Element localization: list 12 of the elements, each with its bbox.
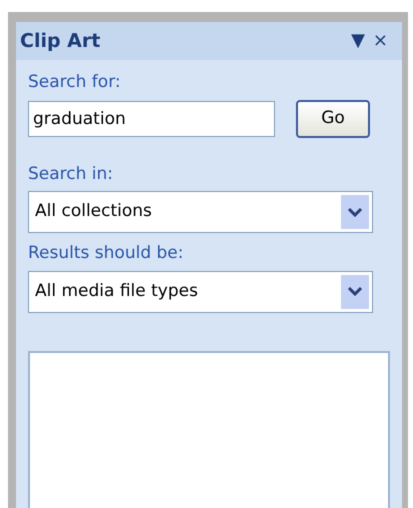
collections-dropdown[interactable]: All collections [28,191,373,233]
media-type-dropdown[interactable]: All media file types [28,270,373,312]
chevron-down-icon [348,208,362,216]
go-button[interactable]: Go [296,100,370,138]
pane-title: Clip Art [20,28,102,54]
field-label: Results should be: [28,242,184,265]
chevron-down-icon [348,287,362,296]
pane-menu-button[interactable]: ▼ [347,32,369,50]
field-label: Search in: [28,162,114,186]
close-button[interactable]: × [368,32,392,50]
search-field[interactable]: graduation [28,100,275,136]
field-label: Search for: [28,71,122,94]
